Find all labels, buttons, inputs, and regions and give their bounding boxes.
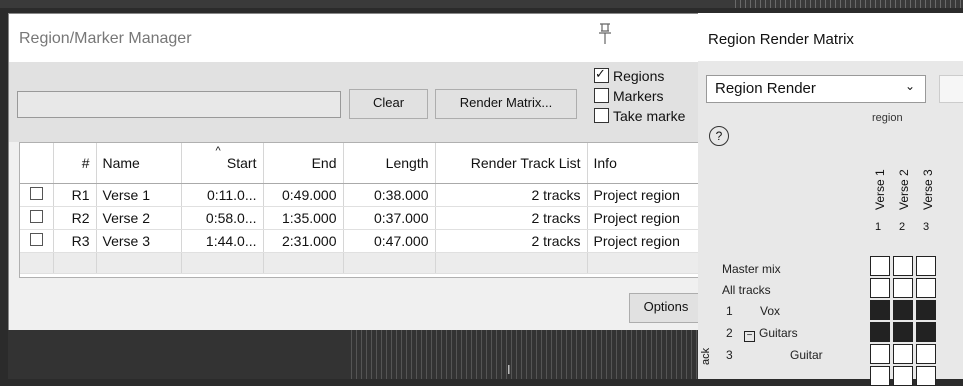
col-header-start[interactable]: ^ Start: [181, 143, 264, 184]
col-header-info[interactable]: Info: [587, 143, 700, 184]
matrix-cell[interactable]: [893, 256, 913, 276]
matrix-cell[interactable]: [916, 366, 936, 386]
region-column-number: 1: [875, 221, 882, 233]
manager-title-bar: Region/Marker Manager: [9, 14, 699, 62]
checkbox-box[interactable]: [594, 66, 609, 83]
options-button[interactable]: Options: [629, 293, 702, 323]
region-number: R2: [53, 206, 97, 230]
filter-input[interactable]: [17, 91, 341, 118]
matrix-cell[interactable]: [870, 344, 890, 364]
region-start[interactable]: 0:58.0...: [181, 206, 264, 230]
matrix-cell[interactable]: [893, 366, 913, 386]
matrix-cell[interactable]: [893, 278, 913, 298]
manager-toolbar: Clear Render Matrix... Regions Markers T…: [9, 62, 699, 142]
region-start[interactable]: 0:11.0...: [181, 183, 264, 207]
text-cursor-icon: I: [507, 362, 511, 377]
region-end[interactable]: 1:35.000: [263, 206, 344, 230]
region-render-tracks[interactable]: 2 tracks: [435, 206, 588, 230]
region-length[interactable]: 0:47.000: [343, 229, 436, 253]
matrix-cell[interactable]: [870, 366, 890, 386]
region-column-label[interactable]: Verse 1: [873, 150, 887, 210]
matrix-cell[interactable]: [916, 322, 936, 342]
clear-button[interactable]: Clear: [349, 89, 428, 119]
matrix-row-label: Vox: [760, 304, 781, 318]
col-header-end[interactable]: End: [263, 143, 344, 184]
region-info: Project region: [587, 183, 700, 207]
sort-ascending-icon: ^: [215, 145, 221, 157]
region-column-label[interactable]: Verse 2: [897, 150, 911, 210]
region-column-label[interactable]: Verse 3: [921, 150, 935, 210]
region-start[interactable]: 1:44.0...: [181, 229, 264, 253]
track-number: 3: [726, 348, 733, 362]
matrix-cell[interactable]: [916, 300, 936, 320]
table-row[interactable]: R1 Verse 1 0:11.0... 0:49.000 0:38.000 2…: [20, 183, 700, 207]
region-render-tracks[interactable]: 2 tracks: [435, 183, 588, 207]
col-header-length[interactable]: Length: [343, 143, 436, 184]
row-checkbox[interactable]: [29, 187, 43, 200]
table-row[interactable]: R3 Verse 3 1:44.0... 2:31.000 0:47.000 2…: [20, 229, 700, 253]
region-info: Project region: [587, 206, 700, 230]
track-number: 1: [726, 304, 733, 318]
arrange-area: [8, 330, 698, 379]
col-header-name[interactable]: Name: [96, 143, 182, 184]
region-column-number: 2: [899, 221, 906, 233]
row-checkbox[interactable]: [29, 210, 43, 223]
matrix-cell[interactable]: [916, 278, 936, 298]
empty-row: [20, 252, 700, 274]
region-name[interactable]: Verse 3: [96, 229, 182, 253]
checkbox-box[interactable]: [594, 88, 609, 103]
matrix-row-label: Master mix: [722, 262, 781, 276]
region-end[interactable]: 2:31.000: [263, 229, 344, 253]
matrix-row-label[interactable]: − Guitars: [744, 326, 798, 342]
matrix-title: Region Render Matrix: [708, 31, 854, 48]
region-info: Project region: [587, 229, 700, 253]
matrix-cell[interactable]: [893, 322, 913, 342]
region-length[interactable]: 0:38.000: [343, 183, 436, 207]
markers-checkbox[interactable]: Markers: [594, 88, 664, 104]
region-number: R1: [53, 183, 97, 207]
region-header-label: region: [872, 112, 903, 124]
col-header-number[interactable]: #: [53, 143, 97, 184]
region-name[interactable]: Verse 2: [96, 206, 182, 230]
col-header-render-track-list[interactable]: Render Track List: [435, 143, 588, 184]
region-render-matrix-window: Region Render Matrix Region Render ⌄ reg…: [698, 13, 963, 386]
matrix-cell[interactable]: [870, 300, 890, 320]
matrix-cell[interactable]: [893, 344, 913, 364]
top-strip: [0, 0, 963, 8]
matrix-title-bar: Region Render Matrix: [698, 13, 963, 61]
region-render-tracks[interactable]: 2 tracks: [435, 229, 588, 253]
chevron-down-icon: ⌄: [904, 79, 915, 93]
render-mode-select[interactable]: Region Render ⌄: [706, 75, 926, 103]
region-length[interactable]: 0:37.000: [343, 206, 436, 230]
matrix-cell[interactable]: [893, 300, 913, 320]
pin-icon[interactable]: [596, 22, 616, 48]
region-marker-manager-window: Region/Marker Manager Clear Render Matri…: [8, 13, 702, 340]
row-checkbox[interactable]: [29, 233, 43, 246]
region-column-number: 3: [923, 221, 930, 233]
regions-checkbox[interactable]: Regions: [594, 66, 664, 84]
secondary-button[interactable]: [939, 75, 963, 103]
folder-collapse-icon[interactable]: −: [744, 331, 755, 342]
region-number: R3: [53, 229, 97, 253]
track-axis-label: ack: [700, 347, 712, 365]
col-header-select[interactable]: [20, 143, 54, 184]
matrix-row-label: All tracks: [722, 283, 771, 297]
region-end[interactable]: 0:49.000: [263, 183, 344, 207]
checkbox-box[interactable]: [594, 108, 609, 123]
matrix-cell[interactable]: [870, 278, 890, 298]
matrix-row-label: Guitar: [790, 348, 823, 362]
help-icon[interactable]: ?: [709, 126, 729, 146]
manager-title: Region/Marker Manager: [19, 30, 192, 47]
matrix-cell[interactable]: [916, 344, 936, 364]
matrix-cell[interactable]: [870, 256, 890, 276]
table-row[interactable]: R2 Verse 2 0:58.0... 1:35.000 0:37.000 2…: [20, 206, 700, 230]
track-number: 2: [726, 326, 733, 340]
render-matrix-button[interactable]: Render Matrix...: [435, 89, 577, 119]
take-markers-checkbox[interactable]: Take marke: [594, 108, 685, 124]
region-name[interactable]: Verse 1: [96, 183, 182, 207]
table-header: # Name ^ Start End Length Render Track L…: [20, 143, 700, 184]
matrix-cell[interactable]: [916, 256, 936, 276]
matrix-cell[interactable]: [870, 322, 890, 342]
region-list: # Name ^ Start End Length Render Track L…: [19, 142, 701, 278]
